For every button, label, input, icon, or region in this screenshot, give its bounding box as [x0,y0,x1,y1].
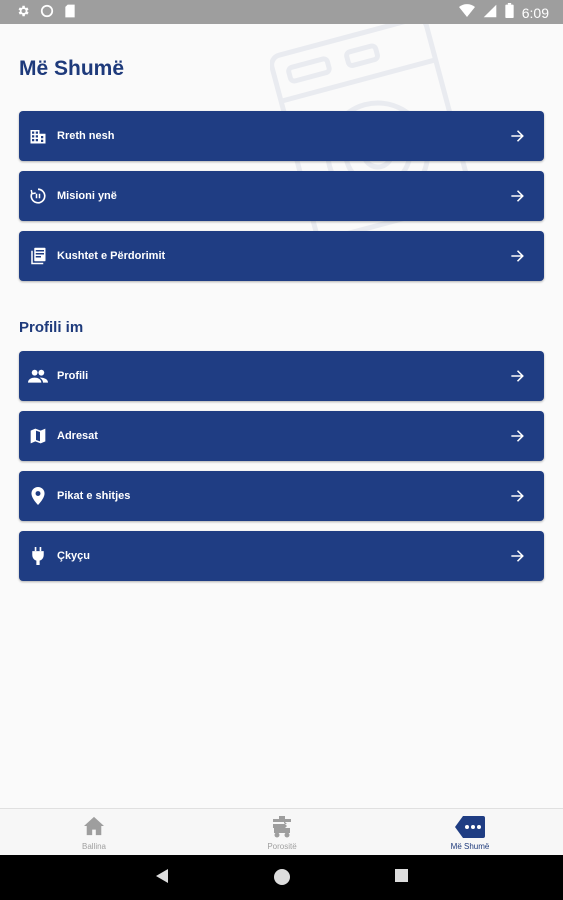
people-icon [28,366,48,386]
orders-icon [188,816,376,838]
more-screen: Më Shumë Rreth nesh Misioni ynë Kushtet … [0,24,563,808]
menu-item-profile[interactable]: Profili [19,351,544,401]
home-button-icon[interactable] [273,868,291,891]
battery-icon [505,3,514,23]
status-time: 6:09 [521,5,549,21]
arrow-right-icon [510,546,526,566]
settings-icon [16,4,30,23]
menu-item-label: Çkyçu [57,550,91,562]
menu-item-our-mission[interactable]: Misioni ynë [19,171,544,221]
nav-orders[interactable]: Porositë [188,809,376,856]
menu-item-label: Adresat [57,430,98,442]
bottom-navigation: Ballina Porositë Më Shumë [0,808,563,856]
circle-status-icon [40,4,54,23]
menu-item-label: Kushtet e Përdorimit [57,250,166,262]
page-title: Më Shumë [19,57,125,80]
document-icon [28,246,48,266]
nav-home-label: Ballina [81,842,106,851]
more-icon [376,816,563,838]
sd-card-icon [64,4,76,23]
menu-item-addresses[interactable]: Adresat [19,411,544,461]
menu-item-label: Rreth nesh [57,130,115,142]
arrow-right-icon [510,426,526,446]
building-icon [28,126,48,146]
wifi-icon [458,3,475,23]
menu-item-points-of-sale[interactable]: Pikat e shitjes [19,471,544,521]
menu-item-terms-of-use[interactable]: Kushtet e Përdorimit [19,231,544,281]
system-navigation-bar [0,855,563,900]
menu-item-label: Pikat e shitjes [57,490,131,502]
plug-icon [28,546,48,566]
back-icon[interactable] [156,869,168,888]
home-icon [0,816,188,838]
arrow-right-icon [510,126,526,146]
mission-icon [28,186,48,206]
map-icon [28,426,48,446]
profile-section-title: Profili im [19,319,84,336]
nav-orders-label: Porositë [267,842,297,851]
status-bar: 6:09 [0,0,563,24]
nav-home[interactable]: Ballina [0,809,188,856]
arrow-right-icon [510,366,526,386]
arrow-right-icon [510,186,526,206]
arrow-right-icon [510,246,526,266]
menu-item-label: Profili [57,370,89,382]
arrow-right-icon [510,486,526,506]
nav-more-label: Më Shumë [450,842,490,851]
menu-item-label: Misioni ynë [57,190,117,202]
recents-icon[interactable] [395,869,408,887]
menu-item-logout[interactable]: Çkyçu [19,531,544,581]
nav-more[interactable]: Më Shumë [376,809,563,856]
location-pin-icon [28,486,48,506]
menu-item-about-us[interactable]: Rreth nesh [19,111,544,161]
signal-icon [483,4,497,23]
